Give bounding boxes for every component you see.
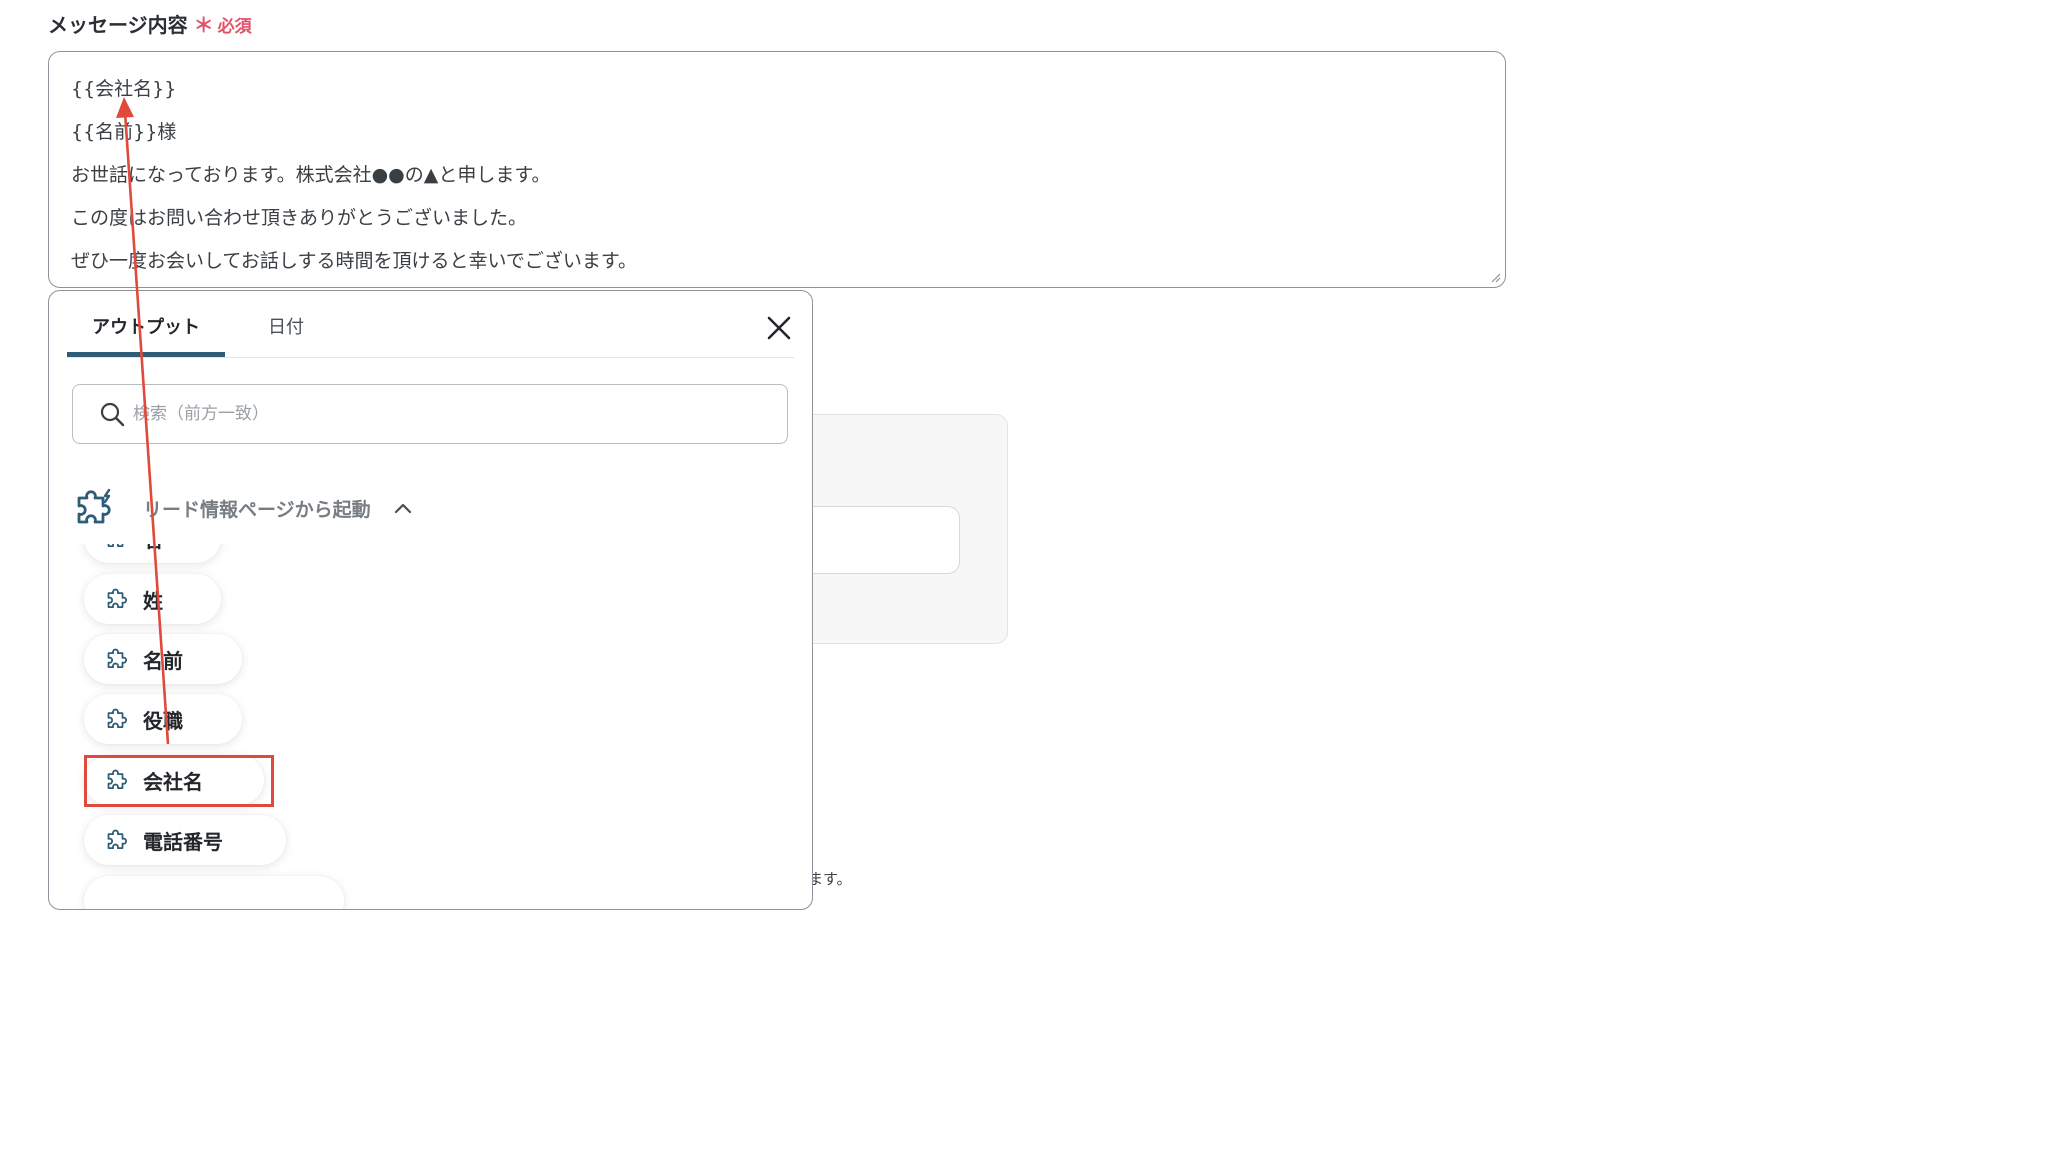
message-field-label: メッセージ内容 ＊ 必須 <box>48 9 252 38</box>
tab-output[interactable]: アウトプット <box>67 313 225 357</box>
list-item-company-name[interactable]: 会社名 <box>84 755 264 805</box>
message-line: ぜひ一度お会いしてお話しする時間を頂けると幸いでございます。 <box>71 250 638 272</box>
list-item-phone-number[interactable]: 電話番号 <box>84 815 286 865</box>
resize-handle-icon[interactable] <box>1489 271 1501 283</box>
list-item-job-title[interactable]: 役職 <box>84 694 242 744</box>
list-item-partial[interactable] <box>84 876 344 909</box>
list-item-full-name[interactable]: 名前 <box>84 634 242 684</box>
required-badge: ＊ 必須 <box>194 9 252 38</box>
tab-date[interactable]: 日付 <box>249 313 323 357</box>
puzzle-icon <box>107 544 124 548</box>
output-item-list: 名 姓 名前 役職 会社名 電話番号 <box>49 544 812 909</box>
puzzle-icon <box>77 488 111 524</box>
puzzle-icon <box>107 708 127 729</box>
message-textarea[interactable]: {{会社名}} {{名前}}様 お世話になっております。株式会社●●の▲と申しま… <box>48 51 1506 288</box>
field-label-text: メッセージ内容 <box>48 13 188 37</box>
tab-bar: アウトプット 日付 <box>67 291 794 358</box>
search-input[interactable] <box>131 403 735 425</box>
puzzle-icon <box>107 648 127 669</box>
message-line: お世話になっております。株式会社●●の▲と申します。 <box>71 164 551 186</box>
required-asterisk: ＊ <box>193 13 214 37</box>
message-line: {{名前}}様 <box>71 121 177 143</box>
list-item-label: 電話番号 <box>143 829 223 854</box>
puzzle-icon <box>107 829 127 850</box>
list-item-label: 名前 <box>143 648 183 673</box>
chevron-up-icon[interactable] <box>393 501 413 515</box>
list-item-first-name[interactable]: 名 <box>84 544 221 563</box>
puzzle-icon <box>107 769 127 790</box>
close-icon[interactable] <box>764 313 794 343</box>
list-item-last-name[interactable]: 姓 <box>84 574 221 624</box>
section-title: リード情報ページから起動 <box>143 498 371 521</box>
search-box <box>72 384 788 444</box>
list-item-label: 役職 <box>143 708 183 733</box>
output-picker-popover: アウトプット 日付 リード情報ページから起動 名 姓 <box>48 290 813 910</box>
list-item-label: 姓 <box>143 588 163 613</box>
background-partial-text: ます。 <box>808 870 852 888</box>
puzzle-icon <box>107 588 127 609</box>
list-item-label: 会社名 <box>143 769 203 794</box>
search-icon <box>100 402 125 427</box>
message-line: この度はお問い合わせ頂きありがとうございました。 <box>71 207 528 229</box>
required-text: 必須 <box>217 17 252 37</box>
list-item-label: 名 <box>143 544 163 553</box>
section-header-lead-trigger[interactable]: リード情報ページから起動 <box>73 483 413 533</box>
message-line: {{会社名}} <box>71 78 177 100</box>
